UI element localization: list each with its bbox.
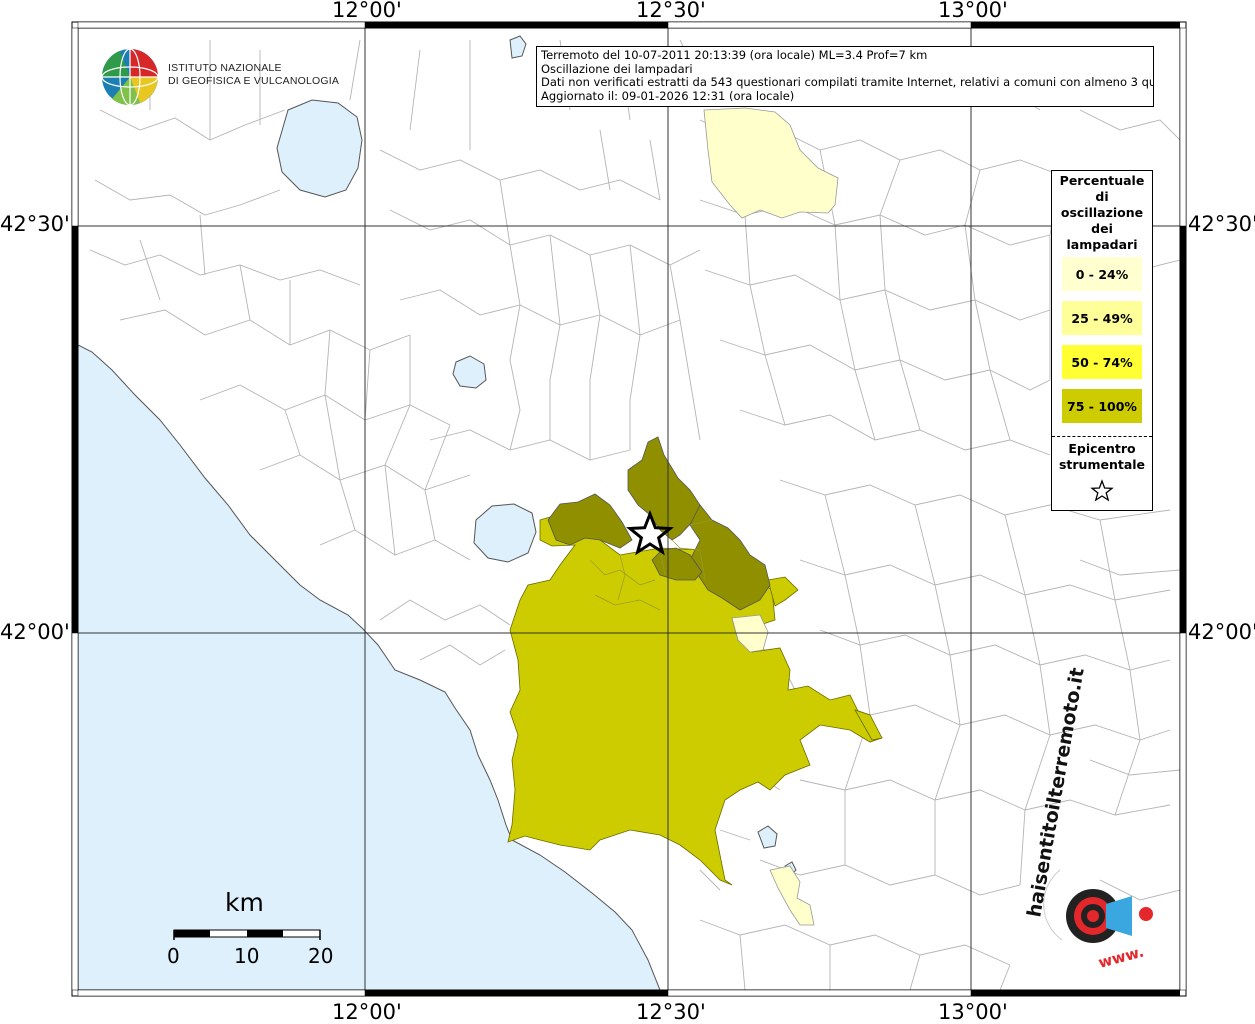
legend-class-75-100: 75 - 100%: [1062, 389, 1142, 423]
legend-title-line: oscillazione: [1060, 205, 1144, 220]
legend-class-25-49: 25 - 49%: [1062, 301, 1142, 335]
event-info-line1: Terremoto del 10-07-2011 20:13:39 (ora l…: [541, 48, 928, 62]
legend-epicenter-line: strumentale: [1058, 457, 1146, 472]
lon-top-13-00: 13°00': [938, 0, 1008, 22]
event-info-line4: Aggiornato il: 09-01-2026 12:31 (ora loc…: [541, 88, 795, 103]
legend-title-line: lampadari: [1066, 237, 1138, 252]
ingv-globe-icon: [101, 48, 159, 106]
lon-bottom-13-00: 13°00': [938, 1000, 1008, 1024]
scale-tick-0: 0: [167, 944, 180, 968]
lon-bottom-12-30: 12°30': [636, 1000, 706, 1024]
legend-class-label: 50 - 74%: [1071, 354, 1133, 370]
legend-class-0-24: 0 - 24%: [1062, 257, 1142, 291]
legend-title-line: Percentuale: [1059, 173, 1145, 188]
legend-epicenter-line: Epicentro: [1068, 441, 1136, 456]
legend-class-label: 25 - 49%: [1071, 310, 1133, 326]
legend-class-label: 0 - 24%: [1075, 266, 1129, 282]
event-info-line2: Oscillazione dei lampadari: [541, 61, 693, 76]
legend-title: Percentuale di oscillazione dei lampadar…: [1052, 171, 1152, 253]
lon-top-12-30: 12°30': [636, 0, 706, 22]
institute-name-line1: ISTITUTO NAZIONALE: [168, 62, 282, 74]
legend: Percentuale di oscillazione dei lampadar…: [1051, 170, 1153, 511]
institute-name-line2: DI GEOFISICA E VULCANOLOGIA: [168, 74, 340, 87]
scale-title: km: [225, 888, 264, 917]
legend-title-line: dei: [1091, 221, 1113, 236]
legend-class-50-74: 50 - 74%: [1062, 345, 1142, 379]
legend-separator: [1052, 436, 1152, 437]
intensity-map: haisentitoilterremoto.it www.: [71, 21, 1187, 997]
lat-right-42-30: 42°30': [1188, 212, 1255, 236]
legend-class-label: 75 - 100%: [1067, 398, 1137, 414]
lat-left-42-00: 42°00': [0, 620, 70, 644]
event-info-box: Terremoto del 10-07-2011 20:13:39 (ora l…: [536, 46, 1154, 107]
institute-name: ISTITUTO NAZIONALE DI GEOFISICA E VULCAN…: [168, 62, 339, 87]
legend-epicenter: Epicentro strumentale: [1052, 441, 1152, 473]
lat-right-42-00: 42°00': [1188, 620, 1255, 644]
lat-left-42-30: 42°30': [0, 212, 70, 236]
event-info-line3: Dati non verificati estratti da 543 ques…: [541, 75, 1154, 89]
scale-tick-10: 10: [234, 944, 260, 968]
lon-top-12-00: 12°00': [332, 0, 402, 22]
lon-bottom-12-00: 12°00': [332, 1000, 402, 1024]
star-icon: [1090, 479, 1114, 502]
scale-tick-20: 20: [308, 944, 334, 968]
legend-title-line: di: [1095, 189, 1109, 204]
